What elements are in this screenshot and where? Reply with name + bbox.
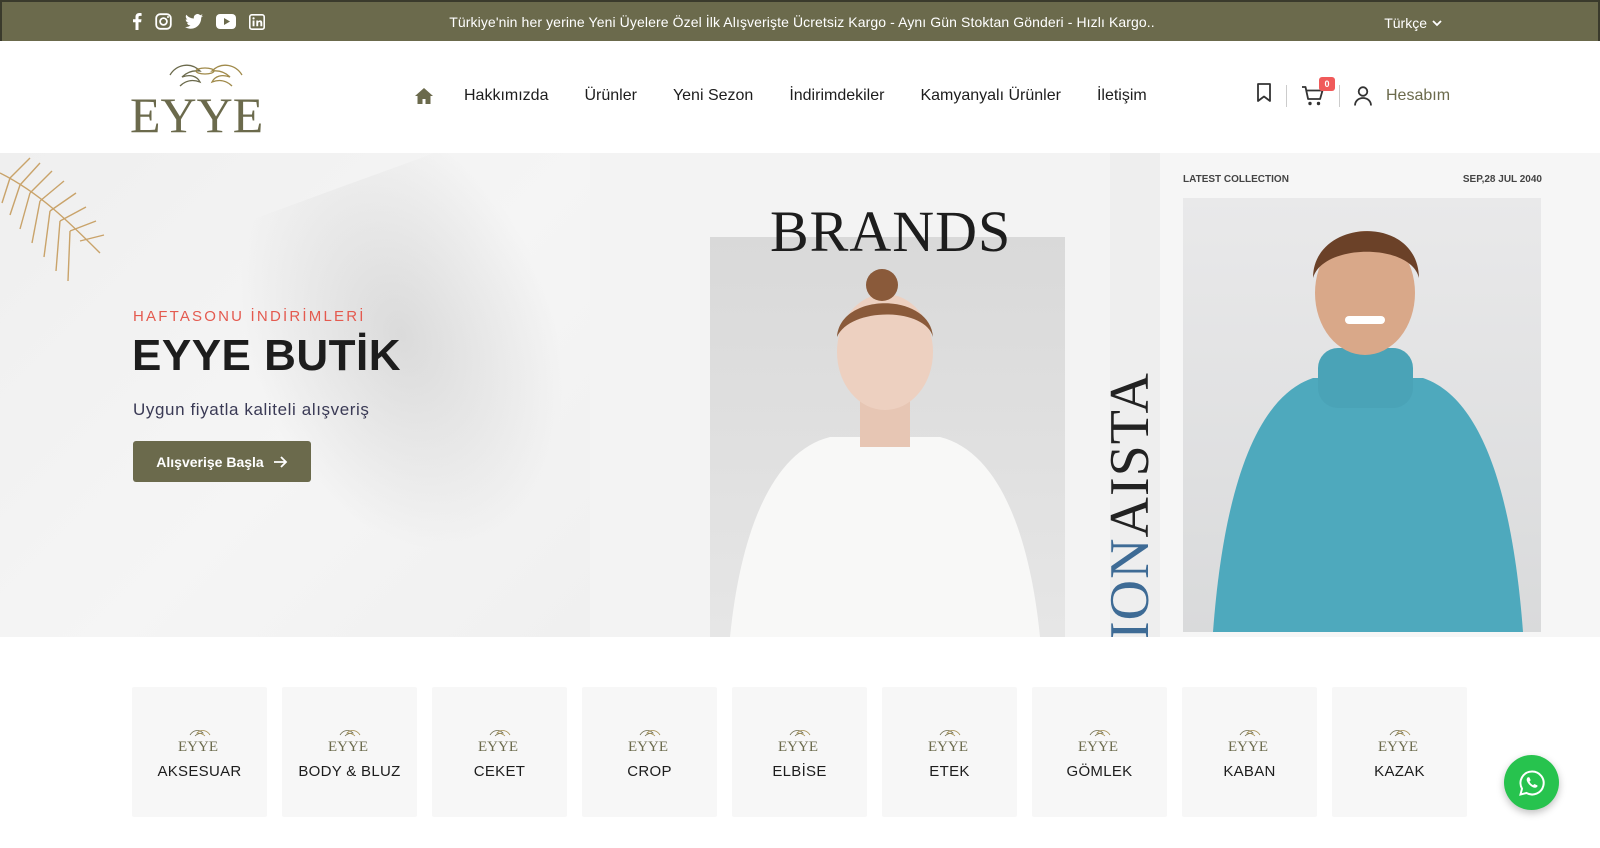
category-logo: EYYE: [328, 730, 368, 753]
category-card[interactable]: EYYE KAZAK: [1332, 687, 1467, 817]
language-select[interactable]: Türkçe: [1384, 15, 1442, 31]
arrow-right-icon: [273, 455, 287, 468]
category-logo: EYYE: [778, 730, 818, 753]
category-card[interactable]: EYYE CEKET: [432, 687, 567, 817]
category-logo: EYYE: [1378, 730, 1418, 753]
man-model-photo: [1183, 198, 1541, 632]
category-label: AKSESUAR: [157, 763, 242, 780]
category-card[interactable]: EYYE BODY & BLUZ: [282, 687, 417, 817]
svg-text:EYYE: EYYE: [1078, 739, 1118, 753]
user-icon: [1354, 85, 1372, 106]
svg-text:EYYE: EYYE: [178, 739, 218, 753]
category-card[interactable]: EYYE KABAN: [1182, 687, 1317, 817]
banner-fashion-word: FASHION: [1099, 537, 1161, 637]
cart-button[interactable]: 0: [1301, 76, 1335, 107]
category-label: BODY & BLUZ: [298, 763, 401, 780]
brand-logo[interactable]: EYYE: [130, 61, 280, 137]
site-header: EYYE Hakkımızda Ürünler Yeni Sezon İndir…: [0, 41, 1600, 153]
whatsapp-icon: [1518, 769, 1545, 796]
account-link[interactable]: Hesabım: [1354, 85, 1451, 106]
nav-products[interactable]: Ürünler: [584, 87, 636, 105]
whatsapp-button[interactable]: [1504, 755, 1559, 810]
category-logo: EYYE: [1078, 730, 1118, 753]
nav-contact[interactable]: İletişim: [1097, 87, 1147, 105]
nav-about[interactable]: Hakkımızda: [464, 87, 548, 105]
start-shopping-button[interactable]: Alışverişe Başla: [133, 441, 311, 482]
category-card[interactable]: EYYE ELBİSE: [732, 687, 867, 817]
nav-discounts[interactable]: İndirimdekiler: [789, 87, 884, 105]
header-actions: 0 Hesabım: [1256, 76, 1451, 108]
collection-date: SEP,28 JUL 2040: [1462, 174, 1542, 185]
top-bar: Türkiye'nin her yerine Yeni Üyelere Özel…: [0, 0, 1600, 41]
main-nav: Hakkımızda Ürünler Yeni Sezon İndirimdek…: [415, 87, 1183, 105]
category-card[interactable]: EYYE AKSESUAR: [132, 687, 267, 817]
nav-campaign-products[interactable]: Kamyanyalı Ürünler: [920, 87, 1061, 105]
category-label: KABAN: [1223, 763, 1276, 780]
announcement-text: Türkiye'nin her yerine Yeni Üyelere Özel…: [449, 14, 1155, 30]
svg-text:EYYE: EYYE: [328, 739, 368, 753]
category-logo: EYYE: [928, 730, 968, 753]
category-logo: EYYE: [628, 730, 668, 753]
category-logo: EYYE: [178, 730, 218, 753]
logo-text: EYYE: [130, 87, 263, 137]
svg-text:EYYE: EYYE: [778, 739, 818, 753]
hero-kicker: HAFTASONU İNDİRİMLERİ: [133, 308, 366, 325]
banner-fashion-text: FASHIONAISTA: [1098, 372, 1162, 637]
leaf-shadow: [191, 153, 639, 618]
svg-text:EYYE: EYYE: [628, 739, 668, 753]
language-label: Türkçe: [1384, 15, 1427, 31]
hero-left-panel: HAFTASONU İNDİRİMLERİ EYYE BUTİK Uygun f…: [0, 153, 639, 637]
account-label: Hesabım: [1386, 86, 1451, 104]
divider: [1286, 84, 1287, 107]
category-card[interactable]: EYYE ETEK: [882, 687, 1017, 817]
category-label: GÖMLEK: [1066, 763, 1133, 780]
latest-collection-label: LATEST COLLECTION: [1183, 174, 1289, 185]
category-label: ETEK: [929, 763, 970, 780]
svg-text:EYYE: EYYE: [478, 739, 518, 753]
hero-banner: HAFTASONU İNDİRİMLERİ EYYE BUTİK Uygun f…: [0, 153, 1600, 637]
svg-text:EYYE: EYYE: [928, 739, 968, 753]
category-logo: EYYE: [478, 730, 518, 753]
woman-model-photo: [710, 237, 1065, 637]
category-card[interactable]: EYYE GÖMLEK: [1032, 687, 1167, 817]
banner-brands-text: BRANDS: [770, 199, 1012, 264]
cart-count-badge: 0: [1319, 76, 1335, 91]
category-logo: EYYE: [1228, 730, 1268, 753]
cta-label: Alışverişe Başla: [156, 453, 264, 470]
svg-text:EYYE: EYYE: [1378, 739, 1418, 753]
category-list: EYYE AKSESUAR EYYE BODY & BLUZ EYYE CEKET EYYE…: [132, 687, 1467, 817]
category-label: KAZAK: [1374, 763, 1425, 780]
category-card[interactable]: EYYE CROP: [582, 687, 717, 817]
banner-aista-word: AISTA: [1099, 372, 1161, 538]
category-label: CEKET: [473, 763, 526, 780]
hero-title: EYYE BUTİK: [132, 331, 402, 380]
svg-text:EYYE: EYYE: [1228, 739, 1268, 753]
home-icon[interactable]: [415, 88, 433, 104]
chevron-down-icon: [1432, 19, 1442, 26]
hero-subtitle: Uygun fiyatla kaliteli alışveriş: [133, 400, 370, 419]
palm-leaf-decoration: [0, 157, 105, 282]
category-label: CROP: [627, 763, 672, 780]
nav-new-season[interactable]: Yeni Sezon: [673, 87, 753, 105]
category-label: ELBİSE: [772, 763, 827, 780]
divider: [1339, 84, 1340, 107]
bookmark-icon[interactable]: [1256, 83, 1272, 108]
